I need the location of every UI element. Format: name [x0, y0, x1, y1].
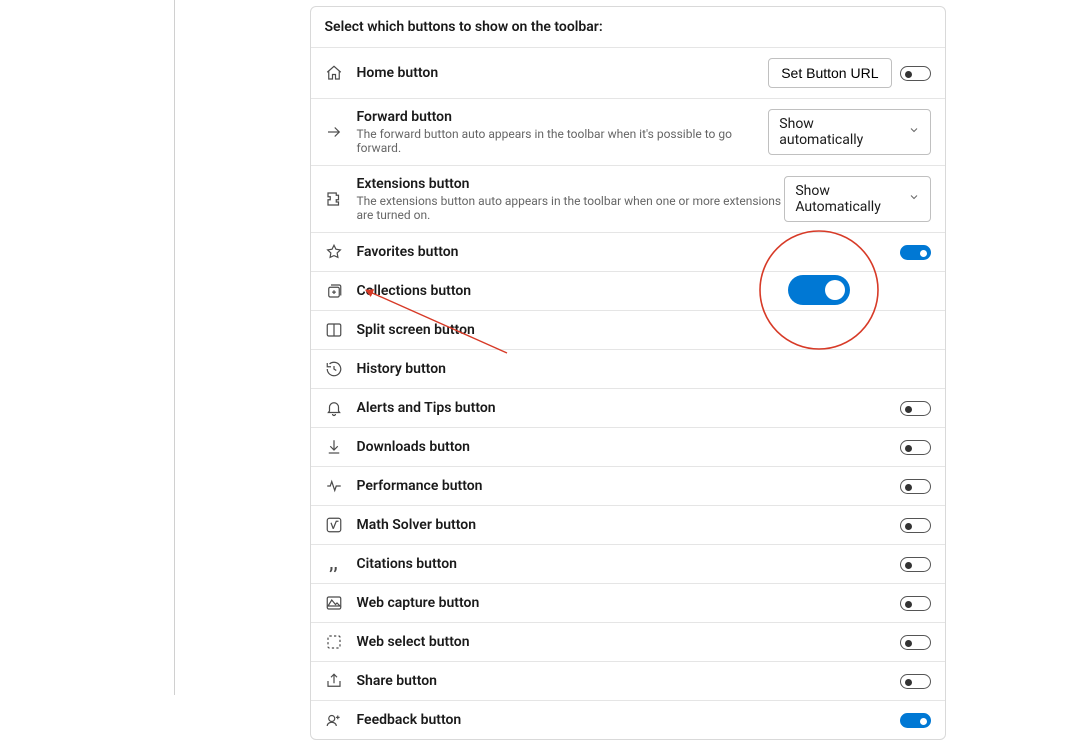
- dropdown-label: Show Automatically: [795, 183, 897, 215]
- row-downloads: Downloads button: [311, 427, 945, 466]
- row-split-screen: Split screen button: [311, 310, 945, 349]
- forward-dropdown[interactable]: Show automatically: [768, 109, 930, 155]
- row-title: Math Solver button: [357, 517, 900, 533]
- webselect-toggle[interactable]: [900, 635, 931, 650]
- performance-icon: [325, 477, 343, 495]
- home-icon: [325, 64, 343, 82]
- row-performance: Performance button: [311, 466, 945, 505]
- math-toggle[interactable]: [900, 518, 931, 533]
- set-button-url-button[interactable]: Set Button URL: [768, 58, 891, 88]
- webcapture-toggle[interactable]: [900, 596, 931, 611]
- row-subtitle: The extensions button auto appears in th…: [357, 194, 785, 222]
- row-title: Performance button: [357, 478, 900, 494]
- row-title: Extensions button: [357, 176, 785, 192]
- row-title: Forward button: [357, 109, 769, 125]
- row-webselect: Web select button: [311, 622, 945, 661]
- row-alerts: Alerts and Tips button: [311, 388, 945, 427]
- row-webcapture: Web capture button: [311, 583, 945, 622]
- row-share: Share button: [311, 661, 945, 700]
- bell-icon: [325, 399, 343, 417]
- home-toggle[interactable]: [900, 66, 931, 81]
- extensions-icon: [325, 190, 343, 208]
- row-title: Share button: [357, 673, 900, 689]
- row-collections: Collections button: [311, 271, 945, 310]
- favorites-toggle[interactable]: [900, 245, 931, 260]
- row-title: Favorites button: [357, 244, 900, 260]
- row-title: History button: [357, 361, 931, 377]
- row-math: Math Solver button: [311, 505, 945, 544]
- quote-icon: ,,: [325, 555, 343, 573]
- row-title: Feedback button: [357, 712, 900, 728]
- alerts-toggle[interactable]: [900, 401, 931, 416]
- feedback-icon: [325, 711, 343, 729]
- chevron-down-icon: [908, 191, 920, 207]
- row-title: Web capture button: [357, 595, 900, 611]
- downloads-toggle[interactable]: [900, 440, 931, 455]
- card-title: Select which buttons to show on the tool…: [311, 7, 945, 47]
- dropdown-label: Show automatically: [779, 116, 897, 148]
- toolbar-buttons-card: Select which buttons to show on the tool…: [310, 6, 946, 740]
- sidebar-gutter: [0, 0, 175, 695]
- share-toggle[interactable]: [900, 674, 931, 689]
- row-title: Web select button: [357, 634, 900, 650]
- row-title: Downloads button: [357, 439, 900, 455]
- star-icon: [325, 243, 343, 261]
- row-title: Home button: [357, 65, 769, 81]
- row-history: History button: [311, 349, 945, 388]
- share-icon: [325, 672, 343, 690]
- row-citations: ,, Citations button: [311, 544, 945, 583]
- chevron-down-icon: [908, 124, 920, 140]
- feedback-toggle[interactable]: [900, 713, 931, 728]
- main-panel: Select which buttons to show on the tool…: [175, 0, 1080, 695]
- row-title: Split screen button: [357, 322, 931, 338]
- row-home: Home button Set Button URL: [311, 47, 945, 98]
- web-capture-icon: [325, 594, 343, 612]
- row-feedback: Feedback button: [311, 700, 945, 739]
- row-title: Collections button: [357, 283, 931, 299]
- row-extensions: Extensions button The extensions button …: [311, 165, 945, 232]
- row-forward: Forward button The forward button auto a…: [311, 98, 945, 165]
- forward-arrow-icon: [325, 123, 343, 141]
- history-icon: [325, 360, 343, 378]
- row-subtitle: The forward button auto appears in the t…: [357, 127, 769, 155]
- row-title: Citations button: [357, 556, 900, 572]
- extensions-dropdown[interactable]: Show Automatically: [784, 176, 930, 222]
- web-select-icon: [325, 633, 343, 651]
- download-icon: [325, 438, 343, 456]
- collections-icon: [325, 282, 343, 300]
- math-icon: [325, 516, 343, 534]
- row-favorites: Favorites button: [311, 232, 945, 271]
- citations-toggle[interactable]: [900, 557, 931, 572]
- row-title: Alerts and Tips button: [357, 400, 900, 416]
- performance-toggle[interactable]: [900, 479, 931, 494]
- split-screen-icon: [325, 321, 343, 339]
